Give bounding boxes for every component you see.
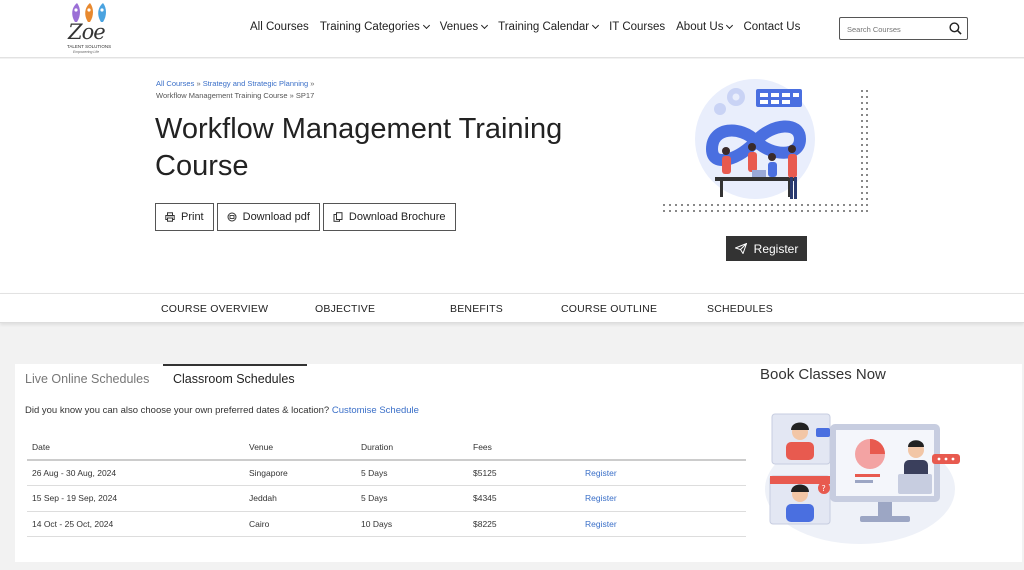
row-fees: $5125 — [468, 460, 580, 486]
breadcrumb-separator: » — [310, 79, 315, 88]
nav-all-courses[interactable]: All Courses — [250, 21, 309, 33]
nav-label: Venues — [439, 21, 479, 33]
nav-contact-us[interactable]: Contact Us — [743, 21, 800, 33]
zoe-logo[interactable]: Zoe TALENT SOLUTIONS Empowering Life — [66, 2, 114, 56]
logo-tagline: Empowering Life — [73, 50, 100, 54]
nav-about-us[interactable]: About Us — [676, 21, 734, 33]
download-brochure-button[interactable]: Download Brochure — [322, 203, 456, 231]
tab-benefits[interactable]: BENEFITS — [450, 303, 503, 315]
row-date: 15 Sep - 19 Sep, 2024 — [27, 485, 244, 512]
page-title: Workflow Management Training Course — [155, 113, 563, 182]
column-venue: Venue — [244, 434, 356, 461]
row-date: 14 Oct - 25 Oct, 2024 — [27, 511, 244, 537]
course-hero: All Courses » Strategy and Strategic Pla… — [0, 59, 1024, 293]
row-fees: $8225 — [468, 511, 580, 537]
nav-it-courses[interactable]: IT Courses — [609, 21, 665, 33]
nav-venues[interactable]: Venues — [439, 21, 489, 33]
online-class-illustration: ? — [765, 413, 960, 544]
breadcrumb-category[interactable]: Strategy and Strategic Planning — [203, 79, 308, 88]
printer-icon — [165, 212, 175, 222]
hint-text: Did you know you can also choose your ow… — [25, 405, 330, 416]
logo-brand: Zoe — [68, 20, 106, 44]
download-pdf-button[interactable]: Download pdf — [216, 203, 320, 231]
print-label: Print — [181, 211, 204, 223]
breadcrumb-separator: » — [196, 79, 201, 88]
row-duration: 10 Days — [356, 511, 468, 537]
course-section-tabs: COURSE OVERVIEW OBJECTIVE BENEFITS COURS… — [0, 293, 1024, 323]
main-nav: All Courses Training Categories Venues T… — [250, 21, 811, 33]
customise-schedule-link[interactable]: Customise Schedule — [332, 405, 419, 416]
file-pdf-icon — [227, 212, 237, 222]
search-box — [839, 17, 968, 40]
print-button[interactable]: Print — [155, 203, 214, 231]
breadcrumb-all-courses[interactable]: All Courses — [156, 79, 194, 88]
table-row: 14 Oct - 25 Oct, 2024 Cairo 10 Days $822… — [27, 511, 746, 537]
chevron-down-icon — [481, 21, 489, 30]
schedule-table: Date Venue Duration Fees 26 Aug - 30 Aug… — [27, 434, 746, 537]
paper-plane-icon — [734, 243, 747, 254]
column-action — [580, 434, 746, 461]
table-row: 15 Sep - 19 Sep, 2024 Jeddah 5 Days $434… — [27, 485, 746, 512]
tab-course-overview[interactable]: COURSE OVERVIEW — [161, 303, 268, 315]
breadcrumb: All Courses » Strategy and Strategic Pla… — [156, 79, 314, 88]
nav-label: Contact Us — [743, 21, 801, 33]
register-button[interactable]: Register — [726, 236, 807, 261]
row-fees: $4345 — [468, 485, 580, 512]
tab-course-outline[interactable]: COURSE OUTLINE — [561, 303, 657, 315]
schedules-panel: Live Online Schedules Classroom Schedule… — [15, 364, 1022, 562]
column-duration: Duration — [356, 434, 468, 461]
breadcrumb-current: Workflow Management Training Course » SP… — [156, 91, 315, 100]
column-fees: Fees — [468, 434, 580, 461]
tab-objective[interactable]: OBJECTIVE — [315, 303, 375, 315]
search-input[interactable] — [847, 23, 942, 35]
chevron-down-icon — [592, 21, 600, 30]
nav-training-categories[interactable]: Training Categories — [319, 21, 430, 33]
book-classes-title: Book Classes Now — [760, 366, 886, 383]
download-pdf-label: Download pdf — [242, 211, 310, 223]
site-header: Zoe TALENT SOLUTIONS Empowering Life All… — [0, 0, 1024, 58]
svg-text:?: ? — [822, 484, 826, 493]
active-tab-indicator — [163, 364, 307, 366]
register-label: Register — [753, 241, 799, 256]
tab-schedules[interactable]: SCHEDULES — [707, 303, 773, 315]
row-venue: Jeddah — [244, 485, 356, 512]
row-date: 26 Aug - 30 Aug, 2024 — [27, 460, 244, 486]
row-duration: 5 Days — [356, 460, 468, 486]
column-date: Date — [27, 434, 244, 461]
row-register-link[interactable]: Register — [580, 460, 746, 486]
nav-label: About Us — [676, 21, 724, 33]
action-buttons: Print Download pdf Download Brochure — [155, 203, 456, 231]
copy-document-icon — [333, 212, 343, 222]
search-icon[interactable] — [949, 22, 962, 35]
tab-live-online-schedules[interactable]: Live Online Schedules — [25, 372, 149, 386]
row-register-link[interactable]: Register — [580, 511, 746, 537]
row-venue: Singapore — [244, 460, 356, 486]
chevron-down-icon — [726, 21, 734, 30]
customise-hint: Did you know you can also choose your ow… — [25, 405, 419, 416]
nav-label: All Courses — [250, 21, 309, 33]
nav-label: IT Courses — [609, 21, 666, 33]
teamwork-illustration — [663, 79, 868, 212]
nav-training-calendar[interactable]: Training Calendar — [498, 21, 600, 33]
nav-label: Training Calendar — [498, 21, 590, 33]
download-brochure-label: Download Brochure — [348, 211, 446, 223]
row-register-link[interactable]: Register — [580, 485, 746, 512]
row-duration: 5 Days — [356, 485, 468, 512]
nav-label: Training Categories — [319, 21, 420, 33]
logo-subtitle: TALENT SOLUTIONS — [67, 44, 112, 49]
table-row: 26 Aug - 30 Aug, 2024 Singapore 5 Days $… — [27, 460, 746, 486]
table-header-row: Date Venue Duration Fees — [27, 434, 746, 461]
row-venue: Cairo — [244, 511, 356, 537]
tab-classroom-schedules[interactable]: Classroom Schedules — [173, 372, 295, 386]
chevron-down-icon — [422, 21, 430, 30]
